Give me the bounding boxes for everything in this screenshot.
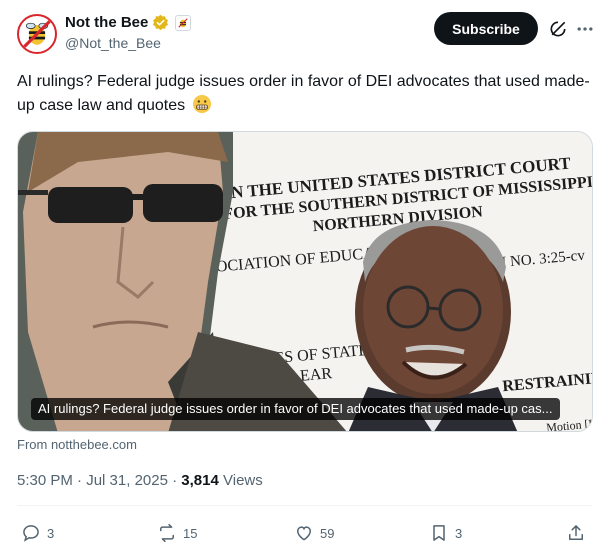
views-count: 3,814 <box>181 472 219 489</box>
reply-icon <box>23 525 39 542</box>
affiliate-badge-icon <box>175 14 192 31</box>
like-count: 59 <box>320 525 335 541</box>
subscribe-button[interactable]: Subscribe <box>434 12 538 45</box>
tweet-time[interactable]: 5:30 PM <box>17 472 73 489</box>
meta-separator: · <box>77 472 83 489</box>
more-options-icon[interactable] <box>575 19 595 39</box>
name-row: Not the Bee <box>65 14 192 31</box>
share-button[interactable] <box>566 517 586 549</box>
heart-icon <box>296 526 312 541</box>
views-label: Views <box>223 472 263 489</box>
verified-gold-badge-icon <box>153 14 169 31</box>
grimacing-face-icon <box>192 95 211 113</box>
reply-button[interactable]: 3 <box>21 517 54 549</box>
bookmark-icon <box>433 525 445 541</box>
repost-count: 15 <box>183 525 198 541</box>
bookmark-count: 3 <box>455 525 463 541</box>
action-bar: 3 15 59 3 <box>17 517 592 549</box>
display-name[interactable]: Not the Bee <box>65 14 148 31</box>
handle[interactable]: @Not_the_Bee <box>65 35 161 51</box>
link-preview-card[interactable]: IN THE UNITED STATES DISTRICT COURT FOR … <box>17 131 593 432</box>
avatar[interactable] <box>17 14 57 54</box>
tweet-meta: 5:30 PM · Jul 31, 2025 · 3,814 Views <box>17 472 263 489</box>
repost-icon <box>160 523 174 543</box>
reply-count: 3 <box>47 525 55 541</box>
card-image: IN THE UNITED STATES DISTRICT COURT FOR … <box>18 132 592 431</box>
like-button[interactable]: 59 <box>294 517 334 549</box>
share-icon <box>569 525 583 540</box>
divider <box>17 505 592 506</box>
tweet-header: Not the Bee @Not_the_Bee Subscribe <box>17 12 597 56</box>
tweet-date[interactable]: Jul 31, 2025 <box>86 472 168 489</box>
tweet-text: AI rulings? Federal judge issues order i… <box>17 70 592 118</box>
source-link[interactable]: From notthebee.com <box>17 437 137 452</box>
card-title: AI rulings? Federal judge issues order i… <box>31 398 560 420</box>
not-the-bee-logo-icon <box>20 17 54 51</box>
repost-button[interactable]: 15 <box>157 517 197 549</box>
bookmark-button[interactable]: 3 <box>429 517 462 549</box>
tweet-body: AI rulings? Federal judge issues order i… <box>17 73 590 114</box>
grok-icon[interactable] <box>548 19 568 39</box>
meta-separator: · <box>172 472 178 489</box>
